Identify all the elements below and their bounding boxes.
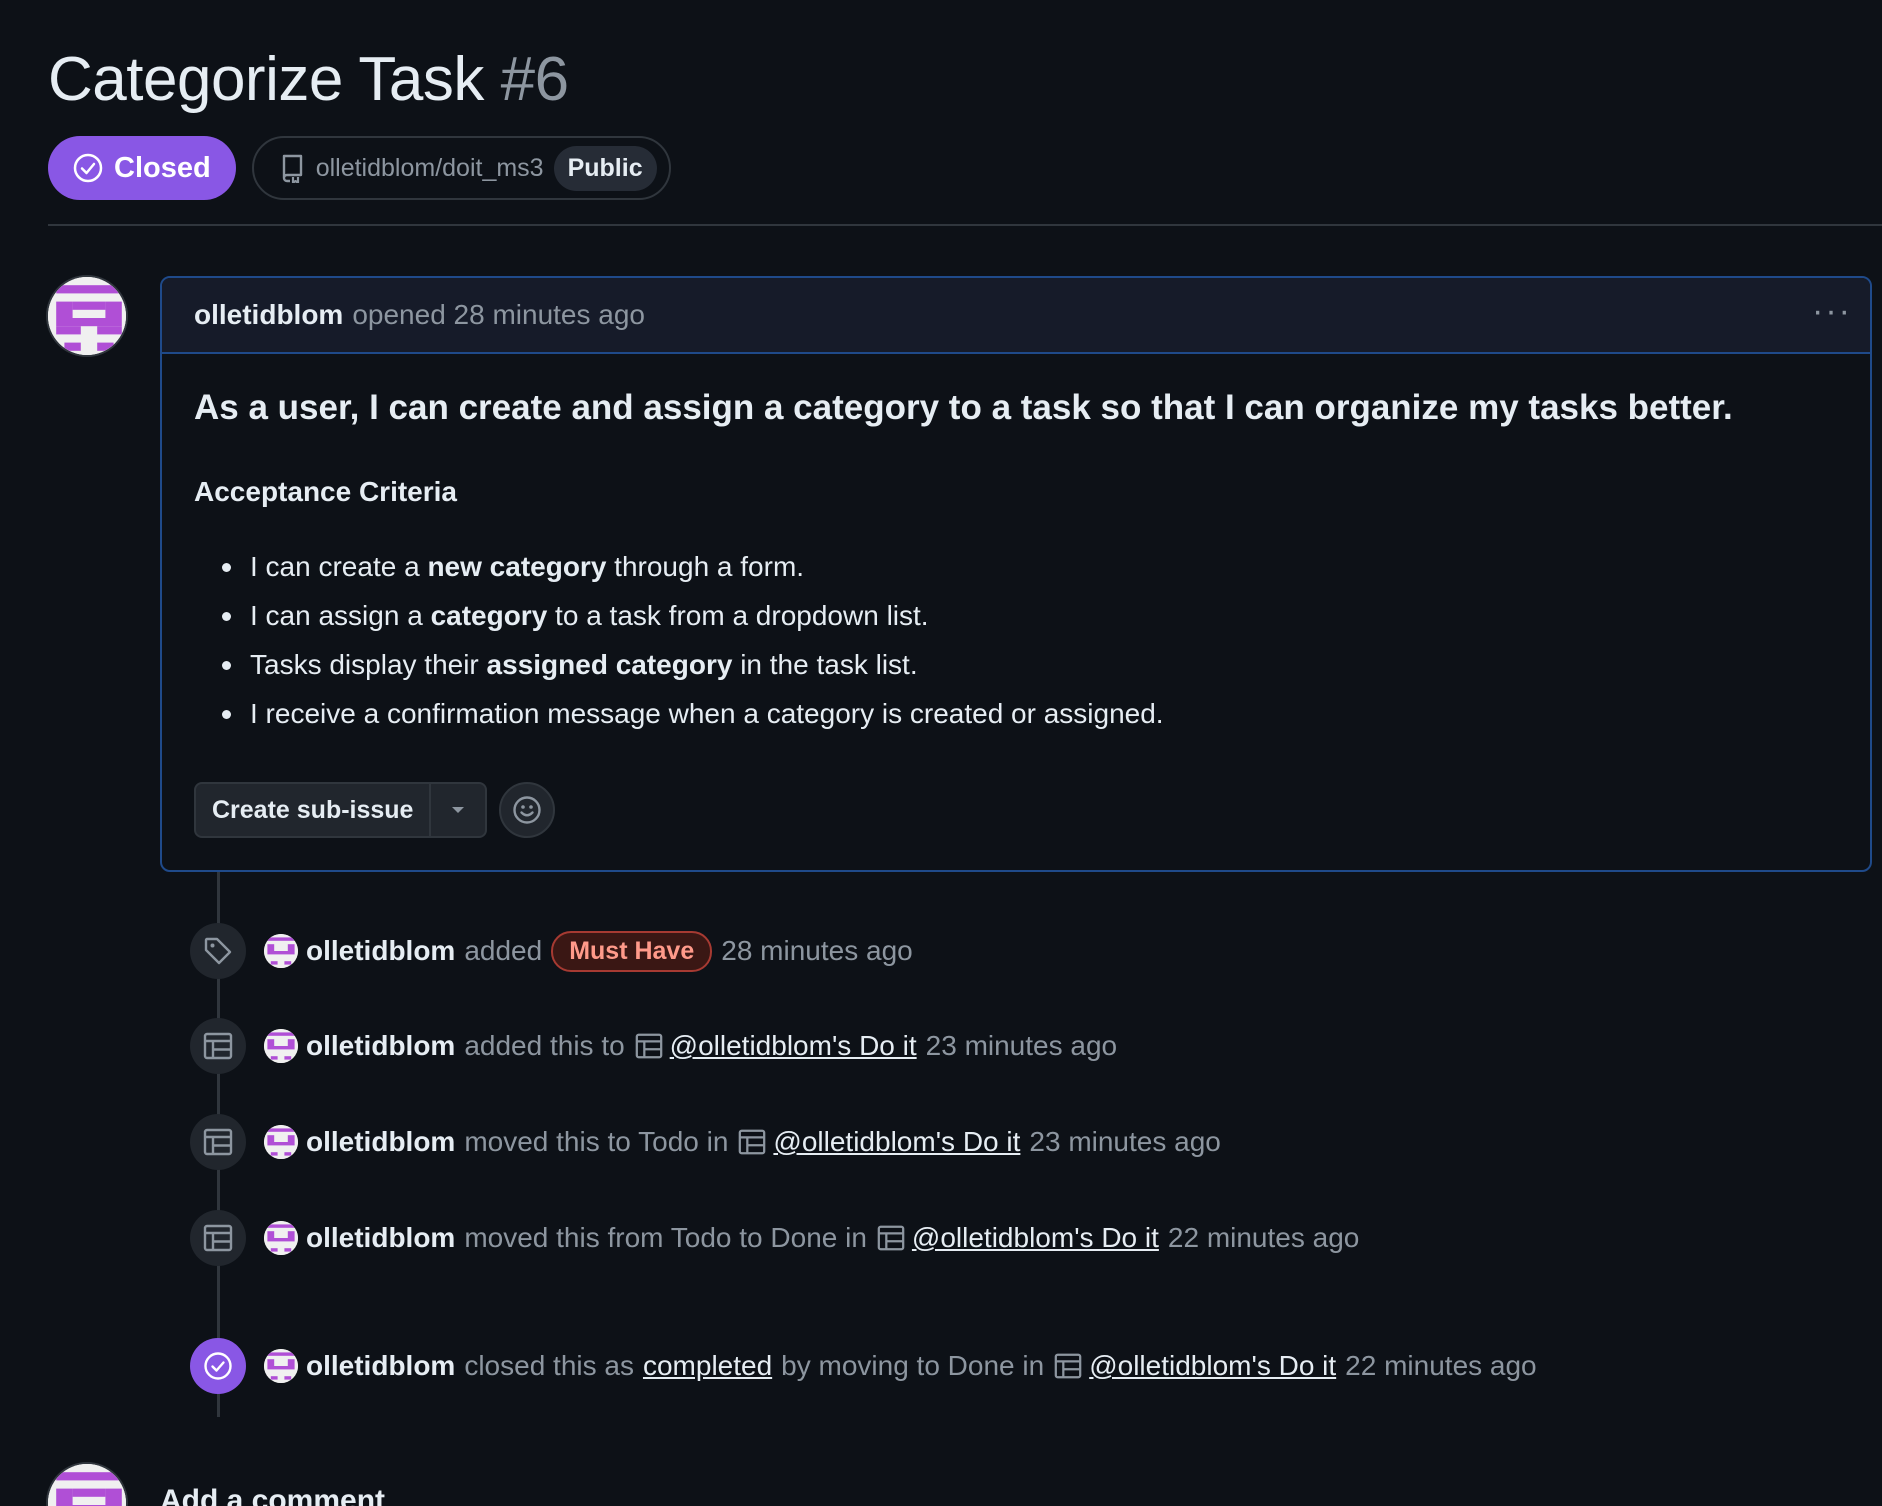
tag-icon bbox=[204, 937, 232, 965]
project-table-icon bbox=[203, 1128, 233, 1156]
event-badge-closed bbox=[190, 1338, 246, 1394]
project-table-icon bbox=[877, 1225, 905, 1251]
list-item: I receive a confirmation message when a … bbox=[222, 689, 1838, 738]
kebab-icon[interactable]: ··· bbox=[1812, 292, 1852, 331]
body-subheading: Acceptance Criteria bbox=[194, 476, 458, 507]
timeline-event-moved-todo: olletidblom moved this to Todo in @ollet… bbox=[190, 1114, 1221, 1170]
event-text: moved this from Todo to Done in bbox=[464, 1222, 867, 1253]
issue-body-comment: olletidblom opened 28 minutes ago ··· As… bbox=[160, 276, 1872, 872]
event-badge bbox=[190, 1018, 246, 1074]
list-item: I can assign a category to a task from a… bbox=[222, 591, 1838, 640]
triangle-down-icon bbox=[452, 807, 465, 813]
list-item: I can create a new category through a fo… bbox=[222, 542, 1838, 591]
event-badge bbox=[190, 1114, 246, 1170]
event-time[interactable]: 28 minutes ago bbox=[721, 935, 912, 967]
smiley-icon bbox=[513, 796, 542, 824]
create-subissue-split-button: Create sub-issue bbox=[194, 782, 488, 838]
project-table-icon bbox=[739, 1129, 766, 1155]
issue-title: Categorize Task #6 bbox=[48, 44, 569, 115]
project-link[interactable]: @olletidblom's Do it bbox=[773, 1126, 1020, 1158]
event-user[interactable]: olletidblom bbox=[306, 1222, 455, 1254]
issue-page: Categorize Task #6 Closed olletidblom/do… bbox=[0, 0, 1882, 1506]
event-time[interactable]: 23 minutes ago bbox=[1029, 1126, 1220, 1158]
identicon-avatar bbox=[48, 277, 126, 355]
create-subissue-button[interactable]: Create sub-issue bbox=[196, 784, 432, 836]
event-time[interactable]: 23 minutes ago bbox=[926, 1030, 1117, 1062]
project-link[interactable]: @olletidblom's Do it bbox=[912, 1222, 1159, 1254]
state-label: Closed bbox=[114, 151, 211, 184]
project-link[interactable]: @olletidblom's Do it bbox=[670, 1030, 917, 1062]
create-subissue-dropdown[interactable] bbox=[431, 784, 485, 836]
visibility-badge: Public bbox=[553, 145, 657, 191]
event-time[interactable]: 22 minutes ago bbox=[1168, 1222, 1359, 1254]
list-item: Tasks display their assigned category in… bbox=[222, 640, 1838, 689]
avatar[interactable] bbox=[264, 1349, 298, 1383]
event-user[interactable]: olletidblom bbox=[306, 1350, 455, 1382]
author-avatar[interactable] bbox=[46, 275, 128, 357]
event-badge bbox=[190, 1210, 246, 1266]
event-text: moved this to Todo in bbox=[464, 1126, 729, 1157]
avatar[interactable] bbox=[264, 1221, 298, 1255]
add-comment-heading: Add a comment bbox=[160, 1484, 386, 1506]
event-time[interactable]: 22 minutes ago bbox=[1345, 1350, 1536, 1382]
event-user[interactable]: olletidblom bbox=[306, 1126, 455, 1158]
avatar[interactable] bbox=[264, 1125, 298, 1159]
criteria-list: I can create a new category through a fo… bbox=[194, 542, 1838, 738]
header-divider bbox=[48, 224, 1882, 226]
timeline-event-moved-done: olletidblom moved this from Todo to Done… bbox=[190, 1210, 1359, 1266]
add-reaction-button[interactable] bbox=[499, 782, 556, 838]
issue-number: #6 bbox=[500, 45, 569, 114]
comment-header: olletidblom opened 28 minutes ago ··· bbox=[162, 278, 1870, 354]
project-table-icon bbox=[203, 1032, 233, 1060]
comment-meta: opened 28 minutes ago bbox=[352, 299, 646, 330]
completed-link[interactable]: completed bbox=[643, 1350, 772, 1382]
check-circle-icon bbox=[73, 153, 103, 183]
repo-name: olletidblom/doit_ms3 bbox=[315, 153, 544, 182]
identicon-avatar bbox=[48, 1464, 126, 1506]
timeline-event-project-added: olletidblom added this to @olletidblom's… bbox=[190, 1018, 1117, 1074]
repo-link[interactable]: olletidblom/doit_ms3 Public bbox=[251, 136, 671, 200]
timeline-event-labeled: olletidblom added Must Have 28 minutes a… bbox=[190, 923, 913, 979]
label-must-have[interactable]: Must Have bbox=[551, 930, 713, 972]
state-badge: Closed bbox=[48, 136, 236, 200]
project-table-icon bbox=[635, 1033, 662, 1059]
avatar[interactable] bbox=[264, 1029, 298, 1063]
project-table-icon bbox=[1054, 1353, 1082, 1379]
event-user[interactable]: olletidblom bbox=[306, 935, 455, 967]
repo-icon bbox=[282, 154, 302, 183]
event-text: added bbox=[464, 935, 543, 966]
check-circle-icon bbox=[204, 1352, 232, 1380]
body-heading: As a user, I can create and assign a cat… bbox=[194, 388, 1733, 427]
event-text-2: by moving to Done in bbox=[781, 1350, 1045, 1381]
event-text: added this to bbox=[464, 1030, 625, 1061]
event-text: closed this as bbox=[464, 1350, 634, 1381]
event-user[interactable]: olletidblom bbox=[306, 1030, 455, 1062]
project-link[interactable]: @olletidblom's Do it bbox=[1089, 1350, 1336, 1382]
current-user-avatar[interactable] bbox=[46, 1462, 128, 1506]
comment-actions: Create sub-issue bbox=[194, 782, 1838, 838]
timeline-event-closed: olletidblom closed this as completed by … bbox=[190, 1338, 1537, 1394]
event-badge bbox=[190, 923, 246, 979]
comment-body: As a user, I can create and assign a cat… bbox=[162, 354, 1870, 838]
project-table-icon bbox=[203, 1224, 233, 1252]
issue-title-text: Categorize Task bbox=[48, 45, 484, 114]
avatar[interactable] bbox=[264, 934, 298, 968]
comment-author[interactable]: olletidblom bbox=[194, 299, 343, 331]
issue-state-row: Closed olletidblom/doit_ms3 Public bbox=[48, 136, 671, 200]
